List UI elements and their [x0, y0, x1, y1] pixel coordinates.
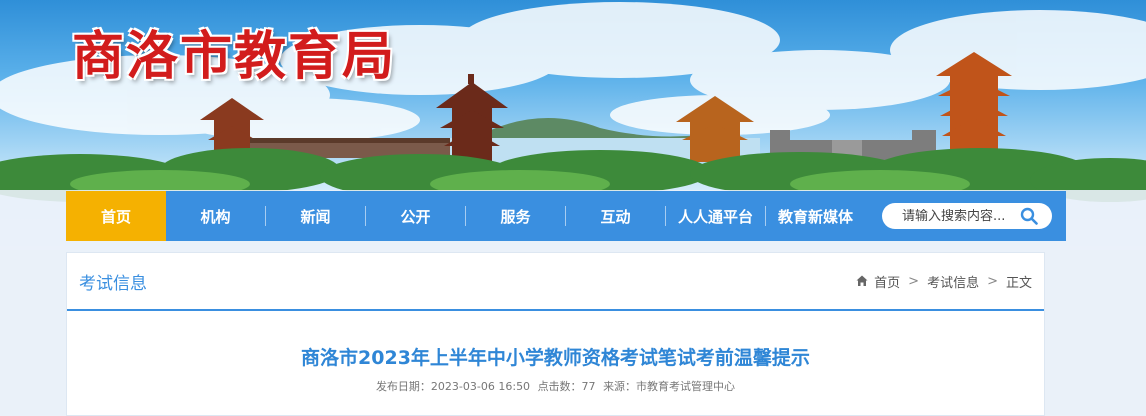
publish-date: 发布日期：2023-03-06 16:50: [375, 380, 531, 393]
main-nav: 首页 机构 新闻 公开 服务 互动 人人通平台 教育新媒体: [66, 191, 1066, 241]
nav-item-news[interactable]: 新闻: [266, 191, 365, 241]
article-meta: 发布日期：2023-03-06 16:50 点击数：77 来源：市教育考试管理中…: [67, 378, 1044, 394]
nav-item-home[interactable]: 首页: [66, 191, 166, 241]
breadcrumb-separator: >: [987, 273, 998, 289]
search-icon[interactable]: [1020, 207, 1038, 225]
nav-item-label: 新闻: [300, 207, 331, 226]
nav-item-platform[interactable]: 人人通平台: [666, 191, 765, 241]
nav-item-public[interactable]: 公开: [366, 191, 465, 241]
article-source: 来源：市教育考试管理中心: [603, 380, 736, 393]
breadcrumb-section-link[interactable]: 考试信息: [927, 272, 979, 291]
nav-item-label: 机构: [200, 207, 231, 226]
nav-item-service[interactable]: 服务: [466, 191, 565, 241]
home-icon: [856, 275, 868, 286]
nav-item-organization[interactable]: 机构: [166, 191, 265, 241]
breadcrumb-current: 正文: [1005, 275, 1032, 291]
section-title: 考试信息: [79, 273, 147, 294]
nav-item-label: 首页: [100, 207, 131, 226]
nav-item-label: 教育新媒体: [777, 207, 853, 226]
site-title: 商洛市教育局: [72, 27, 397, 87]
search-box: [882, 203, 1052, 229]
breadcrumb-home-link[interactable]: 首页: [874, 272, 900, 291]
nav-item-label: 服务: [500, 207, 531, 226]
nav-item-label: 人人通平台: [677, 207, 753, 226]
content-panel: 考试信息 首页 > 考试信息 > 正文 商洛市2023年上半年中小学教师资格考试…: [66, 252, 1045, 416]
panel-header: 考试信息 首页 > 考试信息 > 正文: [67, 253, 1044, 311]
nav-item-label: 互动: [600, 207, 631, 226]
article-title: 商洛市2023年上半年中小学教师资格考试笔试考前温馨提示: [301, 347, 810, 369]
click-count: 点击数：77: [537, 380, 596, 393]
breadcrumb-separator: >: [908, 273, 920, 289]
search-input[interactable]: [902, 208, 1022, 224]
breadcrumb: 首页 > 考试信息 > 正文: [856, 272, 1032, 291]
nav-item-new-media[interactable]: 教育新媒体: [766, 191, 865, 241]
nav-item-interaction[interactable]: 互动: [566, 191, 665, 241]
nav-item-label: 公开: [400, 207, 431, 226]
